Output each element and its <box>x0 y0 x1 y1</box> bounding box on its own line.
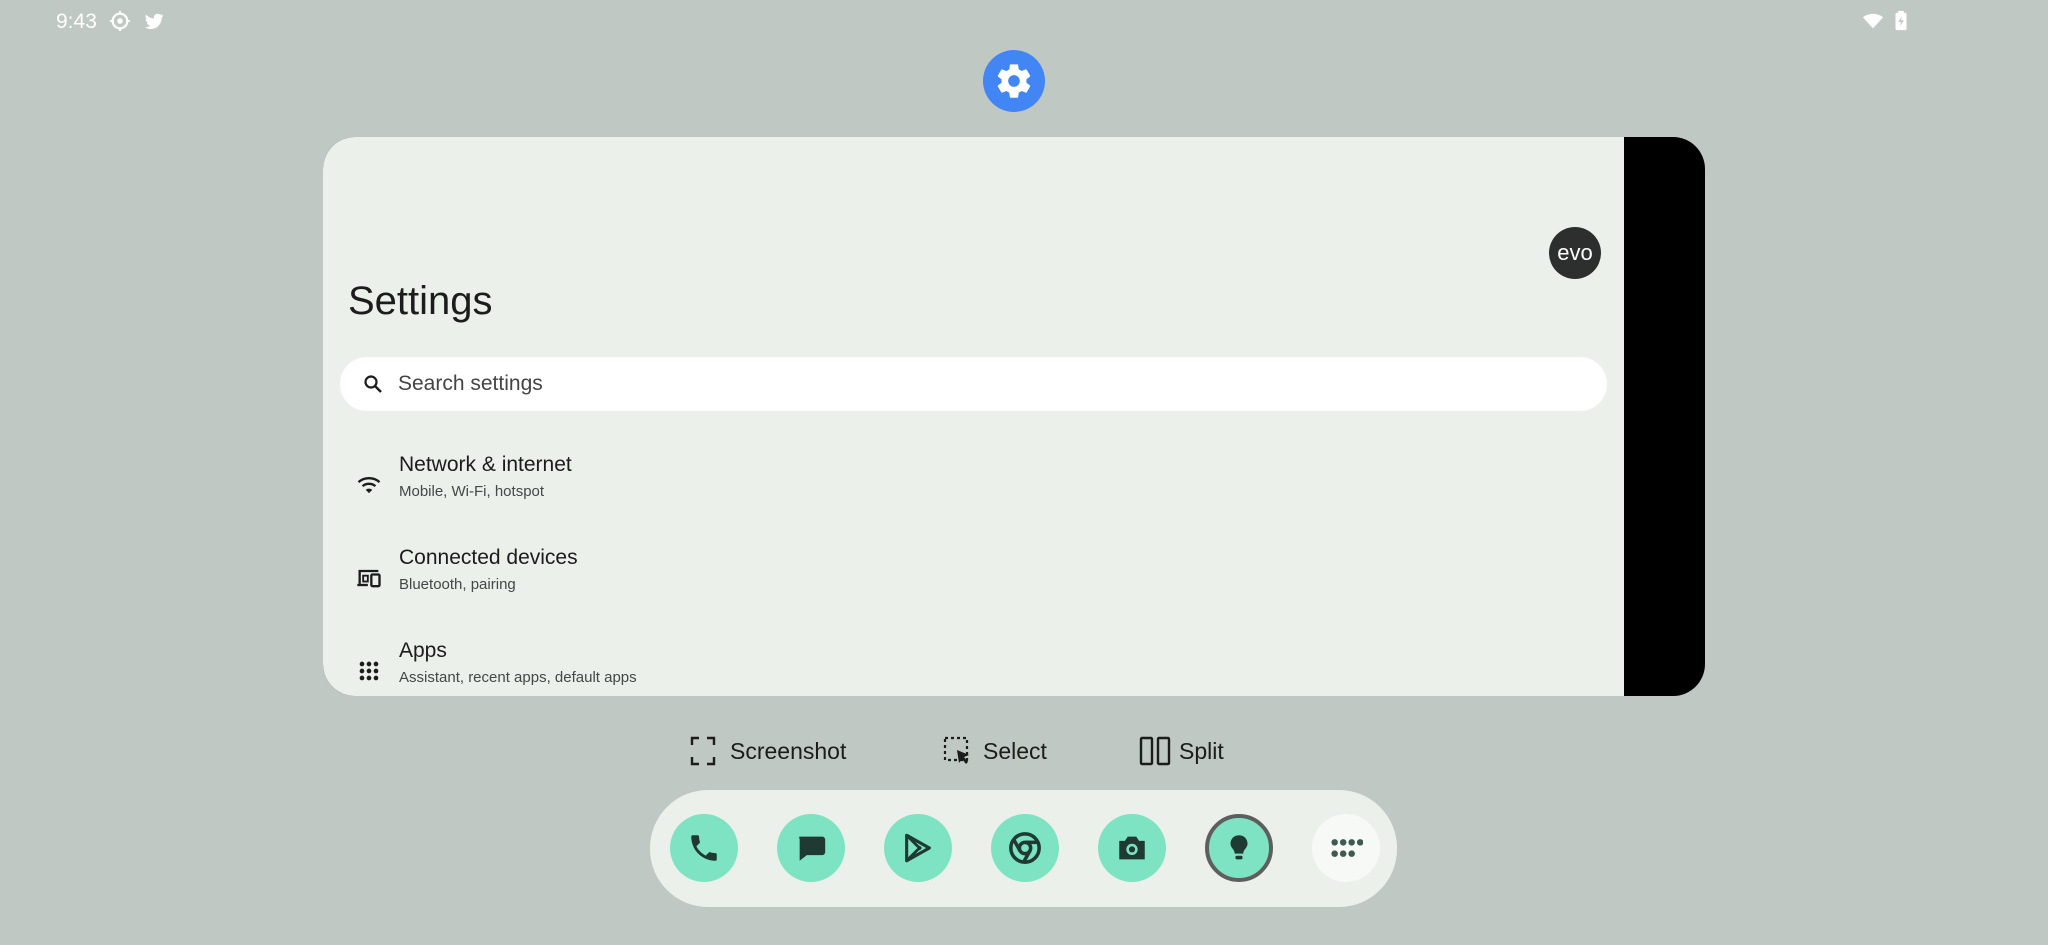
list-item-title: Apps <box>399 639 447 662</box>
twitter-icon <box>144 13 164 29</box>
list-item-title: Network & internet <box>399 453 572 476</box>
wifi-icon <box>1862 13 1884 29</box>
dock-chrome[interactable] <box>991 814 1059 882</box>
dock <box>650 790 1397 907</box>
settings-app-icon[interactable] <box>983 50 1045 112</box>
select-icon <box>943 736 969 764</box>
wifi-icon <box>357 476 381 494</box>
select-button[interactable]: Select <box>943 734 1073 770</box>
dock-keep-notes[interactable] <box>1205 814 1273 882</box>
screenshot-button[interactable]: Screenshot <box>690 734 870 770</box>
phone-icon <box>691 835 717 861</box>
settings-gear-icon <box>109 10 131 32</box>
page-title: Settings <box>348 279 493 323</box>
avatar[interactable]: evo <box>1549 227 1601 279</box>
dock-camera[interactable] <box>1098 814 1166 882</box>
split-button[interactable]: Split <box>1139 734 1249 770</box>
apps-grid-icon <box>359 661 379 681</box>
list-item-subtitle: Bluetooth, pairing <box>399 576 516 593</box>
list-item-apps[interactable]: Apps Assistant, recent apps, default app… <box>323 635 1624 696</box>
messages-icon <box>799 836 826 861</box>
status-bar: 9:43 <box>0 0 2048 42</box>
screenshot-icon <box>690 736 716 766</box>
keep-notes-icon <box>1230 835 1248 860</box>
split-screen-icon <box>1139 736 1171 766</box>
list-item-connected-devices[interactable]: Connected devices Bluetooth, pairing <box>323 542 1624 622</box>
list-item-title: Connected devices <box>399 546 578 569</box>
list-item-subtitle: Assistant, recent apps, default apps <box>399 669 637 686</box>
search-icon <box>364 375 382 393</box>
screenshot-label: Screenshot <box>730 738 847 764</box>
status-time: 9:43 <box>56 10 97 33</box>
chrome-icon <box>1009 832 1041 864</box>
dock-play-store[interactable] <box>884 814 952 882</box>
battery-icon <box>1895 10 1907 31</box>
settings-icon <box>997 64 1031 98</box>
settings-screen-preview: evo Settings Network & internet Mobile, … <box>323 137 1624 696</box>
list-item-network[interactable]: Network & internet Mobile, Wi-Fi, hotspo… <box>323 449 1624 529</box>
select-label: Select <box>983 738 1047 764</box>
app-drawer-icon <box>1331 839 1363 857</box>
recent-app-card[interactable]: evo Settings Network & internet Mobile, … <box>323 137 1705 696</box>
play-store-icon <box>905 833 931 863</box>
split-label: Split <box>1179 738 1224 764</box>
search-bar[interactable] <box>340 357 1607 411</box>
dock-messages[interactable] <box>777 814 845 882</box>
camera-icon <box>1119 836 1145 860</box>
dock-phone[interactable] <box>670 814 738 882</box>
connected-devices-icon <box>357 569 381 588</box>
dock-app-drawer[interactable] <box>1312 814 1380 882</box>
search-input[interactable] <box>398 357 1578 411</box>
list-item-subtitle: Mobile, Wi-Fi, hotspot <box>399 483 545 500</box>
